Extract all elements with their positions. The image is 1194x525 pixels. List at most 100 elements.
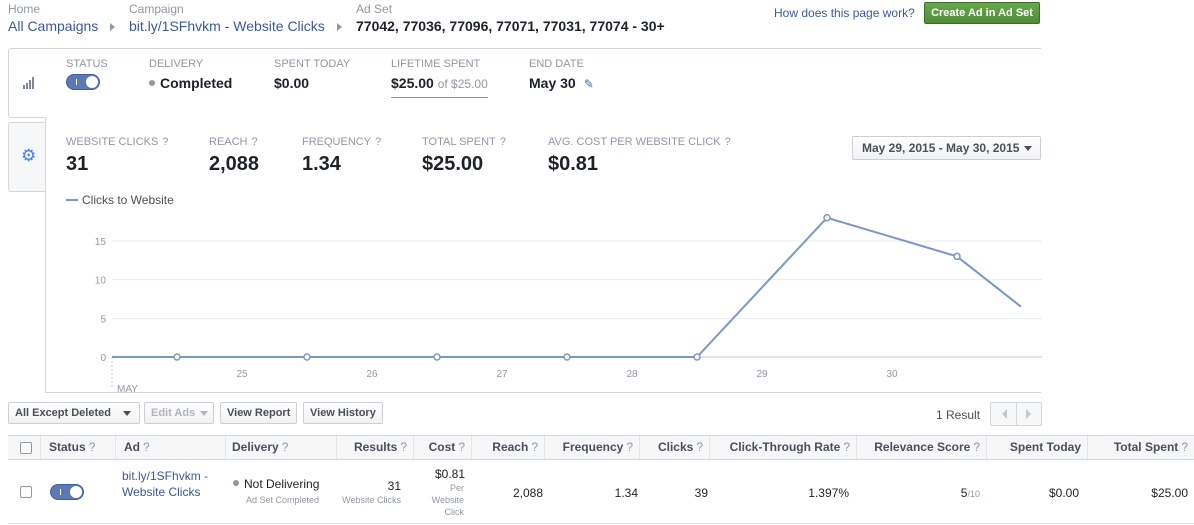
chevron-down-icon [1024, 146, 1032, 151]
tab-insights[interactable] [8, 48, 46, 118]
filter-select[interactable]: All Except Deleted [8, 402, 140, 424]
data-point [433, 353, 441, 361]
crumb-campaign-link[interactable]: bit.ly/1SFhvkm - Website Clicks [129, 18, 325, 34]
col-cost[interactable]: Cost? [413, 436, 471, 459]
metric-website-clicks: WEBSITE CLICKS? 31 [66, 136, 168, 176]
col-results[interactable]: Results? [336, 436, 413, 459]
delivery-value: Completed [160, 75, 233, 91]
x-tick-label: 27 [496, 369, 508, 380]
col-total-spent[interactable]: Total Spent? [1087, 436, 1194, 459]
metric-value: $25.00 [422, 153, 484, 175]
y-tick-label: 10 [95, 276, 107, 287]
data-point [953, 252, 961, 261]
status-toggle[interactable] [66, 74, 100, 90]
col-reach[interactable]: Reach? [471, 436, 544, 459]
y-tick-label: 5 [100, 314, 106, 325]
lifetime-spent-stat: LIFETIME SPENT $25.00 of $25.00 [391, 58, 488, 98]
status-dot [233, 480, 239, 486]
status-label: STATUS [66, 58, 108, 70]
lifetime-spent-label: LIFETIME SPENT [391, 58, 481, 70]
delivery-value: Not Delivering [244, 477, 320, 491]
clicks-line-chart: 0 5 10 15 25 26 27 28 29 30 MAY [95, 213, 1042, 394]
month-label: MAY [117, 384, 138, 394]
edit-ads-button[interactable]: Edit Ads [144, 402, 214, 424]
help-icon[interactable]: ? [500, 136, 506, 148]
help-icon[interactable]: ? [162, 136, 168, 148]
date-range-select[interactable]: May 29, 2015 - May 30, 2015 [852, 136, 1041, 160]
view-history-button[interactable]: View History [303, 402, 383, 424]
data-point [173, 353, 181, 361]
clicks-value: 39 [694, 486, 708, 500]
next-page-icon[interactable] [1026, 409, 1031, 419]
table-row: bit.ly/1SFhvkm - Website Clicks Not Deli… [8, 460, 1194, 524]
metric-frequency: FREQUENCY? 1.34 [302, 136, 381, 176]
metric-label: REACH [209, 136, 248, 148]
crumb-campaign-label: Campaign [129, 2, 184, 16]
metric-avg-cost: AVG. COST PER WEBSITE CLICK? $0.81 [548, 136, 731, 176]
col-frequency[interactable]: Frequency? [544, 436, 639, 459]
crumb-ad-set-label: Ad Set [356, 2, 393, 16]
frequency-value: 1.34 [614, 486, 638, 500]
metric-value: 31 [66, 153, 89, 175]
metric-total-spent: TOTAL SPENT? $25.00 [422, 136, 506, 176]
crumb-arrow-icon [110, 23, 115, 31]
ad-name-link[interactable]: bit.ly/1SFhvkm - Website Clicks [122, 468, 218, 500]
tab-settings[interactable]: ⚙ [8, 122, 46, 192]
reach-value: 2,088 [512, 486, 543, 500]
col-ctr[interactable]: Click-Through Rate? [709, 436, 856, 459]
gear-icon: ⚙ [21, 146, 37, 165]
x-tick-label: 30 [886, 369, 898, 380]
crumb-all-campaigns-link[interactable]: All Campaigns [8, 18, 98, 34]
help-link[interactable]: How does this page work? [774, 6, 915, 20]
col-relevance[interactable]: Relevance Score? [856, 436, 986, 459]
edit-ads-label: Edit Ads [151, 407, 196, 419]
y-tick-label: 15 [95, 237, 107, 248]
crumb-home-label: Home [8, 2, 41, 16]
x-tick-label: 29 [756, 369, 768, 380]
ctr-value: 1.397% [808, 486, 849, 500]
filter-value: All Except Deleted [15, 407, 111, 419]
data-point [303, 353, 311, 361]
y-tick-label: 0 [100, 353, 106, 364]
delivery-cell: Not Delivering [233, 477, 319, 491]
col-clicks[interactable]: Clicks? [639, 436, 709, 459]
data-point [693, 353, 701, 361]
row-checkbox[interactable] [20, 486, 32, 498]
legend-label: Clicks to Website [82, 193, 174, 207]
chevron-down-icon [200, 411, 208, 416]
bar-chart-icon [23, 77, 35, 89]
cost-value: $0.81 [434, 467, 465, 481]
pencil-icon[interactable]: ✎ [584, 77, 594, 91]
help-icon[interactable]: ? [725, 136, 731, 148]
delivery-stat: DELIVERY Completed [149, 58, 232, 91]
help-icon[interactable]: ? [252, 136, 258, 148]
view-report-button[interactable]: View Report [220, 402, 298, 424]
metric-label: TOTAL SPENT [422, 136, 496, 148]
prev-page-icon[interactable] [1002, 409, 1007, 419]
crumb-campaign: Campaign bit.ly/1SFhvkm - Website Clicks [129, 2, 325, 34]
col-delivery[interactable]: Delivery? [225, 436, 336, 459]
end-date-label: END DATE [529, 58, 584, 70]
delivery-sub: Ad Set Completed [246, 495, 320, 505]
results-value: 31 [387, 479, 401, 493]
create-ad-button[interactable]: Create Ad in Ad Set [924, 2, 1040, 24]
spent-today-label: SPENT TODAY [274, 58, 351, 70]
col-ad[interactable]: Ad? [115, 436, 225, 459]
select-all-checkbox[interactable] [20, 442, 32, 454]
cost-sub: Website [431, 495, 464, 505]
x-tick-label: 26 [366, 369, 378, 380]
chart-legend: Clicks to Website [66, 193, 174, 207]
row-status-toggle[interactable] [50, 484, 84, 500]
metric-reach: REACH? 2,088 [209, 136, 259, 176]
end-date-value: May 30 [529, 75, 576, 91]
delivery-label: DELIVERY [149, 58, 204, 70]
col-spent-today[interactable]: Spent Today [986, 436, 1087, 459]
relevance-value: 5/10 [960, 486, 980, 500]
metric-value: 1.34 [302, 153, 341, 175]
col-status[interactable]: Status? [40, 436, 115, 459]
crumb-home: Home All Campaigns [8, 2, 98, 34]
help-icon[interactable]: ? [375, 136, 381, 148]
x-tick-label: 28 [626, 369, 638, 380]
metric-label: WEBSITE CLICKS [66, 136, 159, 148]
data-point [563, 353, 571, 361]
